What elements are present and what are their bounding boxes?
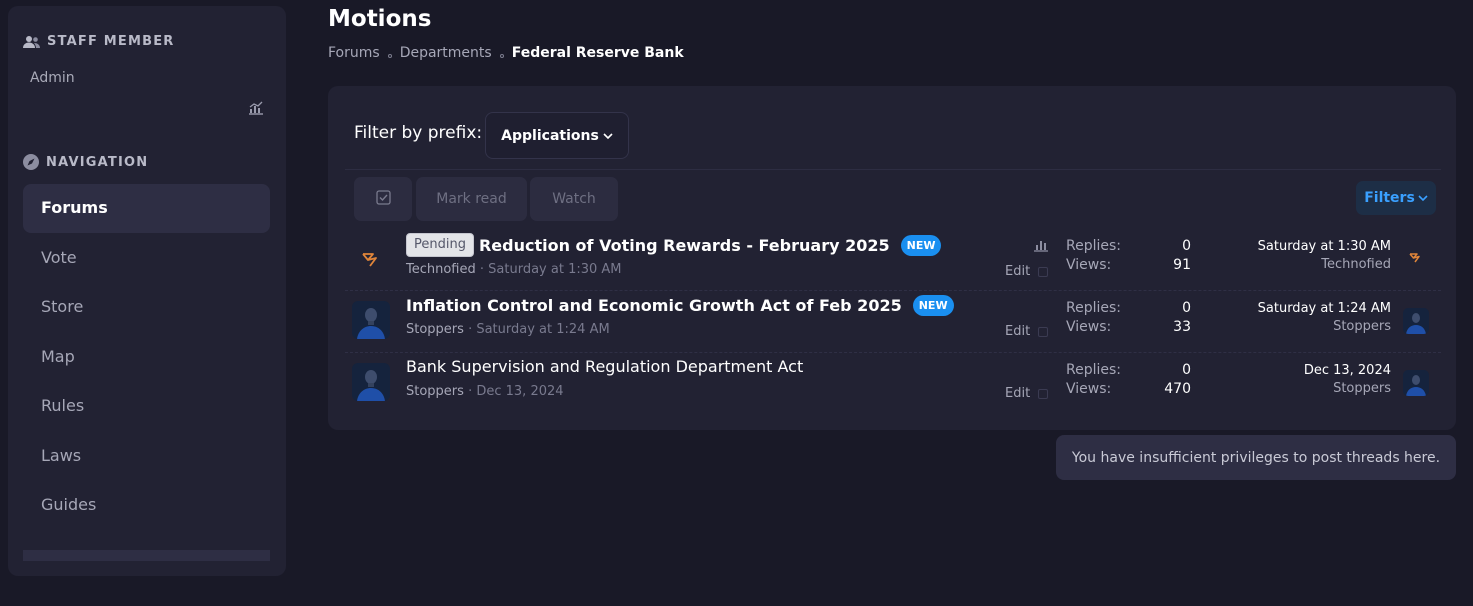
replies-count: 0 — [1182, 300, 1191, 316]
divider — [345, 169, 1441, 170]
last-post-date[interactable]: Saturday at 1:30 AM — [1258, 237, 1391, 256]
thread-select-checkbox[interactable] — [1038, 266, 1049, 277]
nav-item-rules[interactable]: Rules — [23, 382, 270, 431]
new-badge: NEW — [912, 295, 954, 316]
last-post-info: Dec 13, 2024 Stoppers — [1304, 361, 1391, 398]
nav-item-forums[interactable]: Forums — [23, 184, 270, 233]
table-row[interactable]: Pending Reduction of Voting Rewards - Fe… — [345, 229, 1441, 291]
permission-notice: You have insufficient privileges to post… — [1056, 435, 1456, 480]
users-icon — [23, 35, 40, 49]
meta-separator: · — [475, 262, 489, 277]
compass-icon — [23, 154, 39, 170]
filters-button[interactable]: Filters — [1356, 181, 1436, 215]
thread-stats: Replies: 0 Views: 33 — [1066, 300, 1191, 335]
views-count: 33 — [1173, 319, 1191, 335]
edit-link[interactable]: Edit — [1005, 264, 1030, 279]
select-all-button[interactable] — [354, 177, 412, 221]
breadcrumb-separator — [499, 54, 504, 58]
nav-list: Forums Vote Store Map Rules Laws Guides — [23, 184, 270, 531]
last-post-user[interactable]: Technofied — [1258, 256, 1391, 274]
prefix-badge-pending[interactable]: Pending — [406, 233, 474, 257]
last-post-user[interactable]: Stoppers — [1304, 380, 1391, 398]
edit-link[interactable]: Edit — [1005, 324, 1030, 339]
stoppers-avatar-icon[interactable] — [352, 363, 390, 401]
filter-label: Filter by prefix: — [354, 123, 483, 143]
thread-author[interactable]: Technofied — [406, 262, 476, 277]
checkbox-icon — [375, 189, 391, 209]
navigation-heading: NAVIGATION — [23, 154, 148, 170]
breadcrumb-forums[interactable]: Forums — [328, 45, 380, 61]
stoppers-avatar-icon[interactable] — [352, 301, 390, 339]
staff-member-heading: STAFF MEMBER — [23, 34, 175, 49]
sidebar: STAFF MEMBER Admin NAVIGATION Forums Vot… — [8, 6, 286, 576]
thread-title[interactable]: Inflation Control and Economic Growth Ac… — [406, 296, 902, 315]
thread-date[interactable]: Dec 13, 2024 — [476, 384, 563, 399]
last-post-user[interactable]: Stoppers — [1258, 318, 1391, 336]
breadcrumb: Forums Departments Federal Reserve Bank — [328, 45, 684, 61]
admin-link[interactable]: Admin — [30, 70, 75, 86]
thread-author[interactable]: Stoppers — [406, 322, 464, 337]
technofied-mini-avatar-icon[interactable] — [1403, 246, 1429, 272]
thread-date[interactable]: Saturday at 1:30 AM — [488, 262, 621, 277]
stoppers-mini-avatar-icon[interactable] — [1403, 308, 1429, 334]
chevron-down-icon — [603, 128, 613, 144]
page-title: Motions — [328, 6, 432, 32]
breadcrumb-separator — [387, 54, 392, 58]
table-row[interactable]: Inflation Control and Economic Growth Ac… — [345, 291, 1441, 353]
nav-item-vote[interactable]: Vote — [23, 234, 270, 283]
meta-separator: · — [463, 384, 477, 399]
thread-stats: Replies: 0 Views: 470 — [1066, 362, 1191, 397]
thread-select-checkbox[interactable] — [1038, 326, 1049, 337]
watch-button[interactable]: Watch — [530, 177, 618, 221]
thread-title[interactable]: Reduction of Voting Rewards - February 2… — [479, 236, 890, 255]
sidebar-scroll-indicator — [23, 550, 270, 561]
edit-link[interactable]: Edit — [1005, 386, 1030, 401]
technofied-avatar-icon[interactable] — [352, 241, 390, 279]
thread-list-panel: Filter by prefix: Applications Mark read… — [328, 86, 1456, 430]
breadcrumb-departments[interactable]: Departments — [400, 45, 492, 61]
bar-chart-icon[interactable] — [1033, 237, 1049, 256]
thread-date[interactable]: Saturday at 1:24 AM — [476, 322, 609, 337]
new-badge: NEW — [900, 234, 942, 256]
views-count: 470 — [1164, 381, 1191, 397]
stoppers-mini-avatar-icon[interactable] — [1403, 370, 1429, 396]
last-post-date[interactable]: Saturday at 1:24 AM — [1258, 299, 1391, 318]
nav-item-store[interactable]: Store — [23, 283, 270, 332]
meta-separator: · — [463, 322, 477, 337]
thread-author[interactable]: Stoppers — [406, 384, 464, 399]
nav-item-guides[interactable]: Guides — [23, 481, 270, 530]
table-row[interactable]: Bank Supervision and Regulation Departme… — [345, 353, 1441, 415]
breadcrumb-current[interactable]: Federal Reserve Bank — [512, 45, 684, 61]
mark-read-button[interactable]: Mark read — [416, 177, 527, 221]
chevron-down-icon — [1418, 190, 1428, 206]
stats-icon[interactable] — [248, 100, 264, 119]
replies-count: 0 — [1182, 238, 1191, 254]
thread-stats: Replies: 0 Views: 91 — [1066, 238, 1191, 273]
last-post-info: Saturday at 1:24 AM Stoppers — [1258, 299, 1391, 336]
last-post-info: Saturday at 1:30 AM Technofied — [1258, 237, 1391, 274]
views-count: 91 — [1173, 257, 1191, 273]
prefix-dropdown[interactable]: Applications — [485, 112, 629, 159]
last-post-date[interactable]: Dec 13, 2024 — [1304, 361, 1391, 380]
nav-item-map[interactable]: Map — [23, 333, 270, 382]
thread-select-checkbox[interactable] — [1038, 388, 1049, 399]
replies-count: 0 — [1182, 362, 1191, 378]
thread-title[interactable]: Bank Supervision and Regulation Departme… — [406, 357, 803, 376]
nav-item-laws[interactable]: Laws — [23, 432, 270, 481]
